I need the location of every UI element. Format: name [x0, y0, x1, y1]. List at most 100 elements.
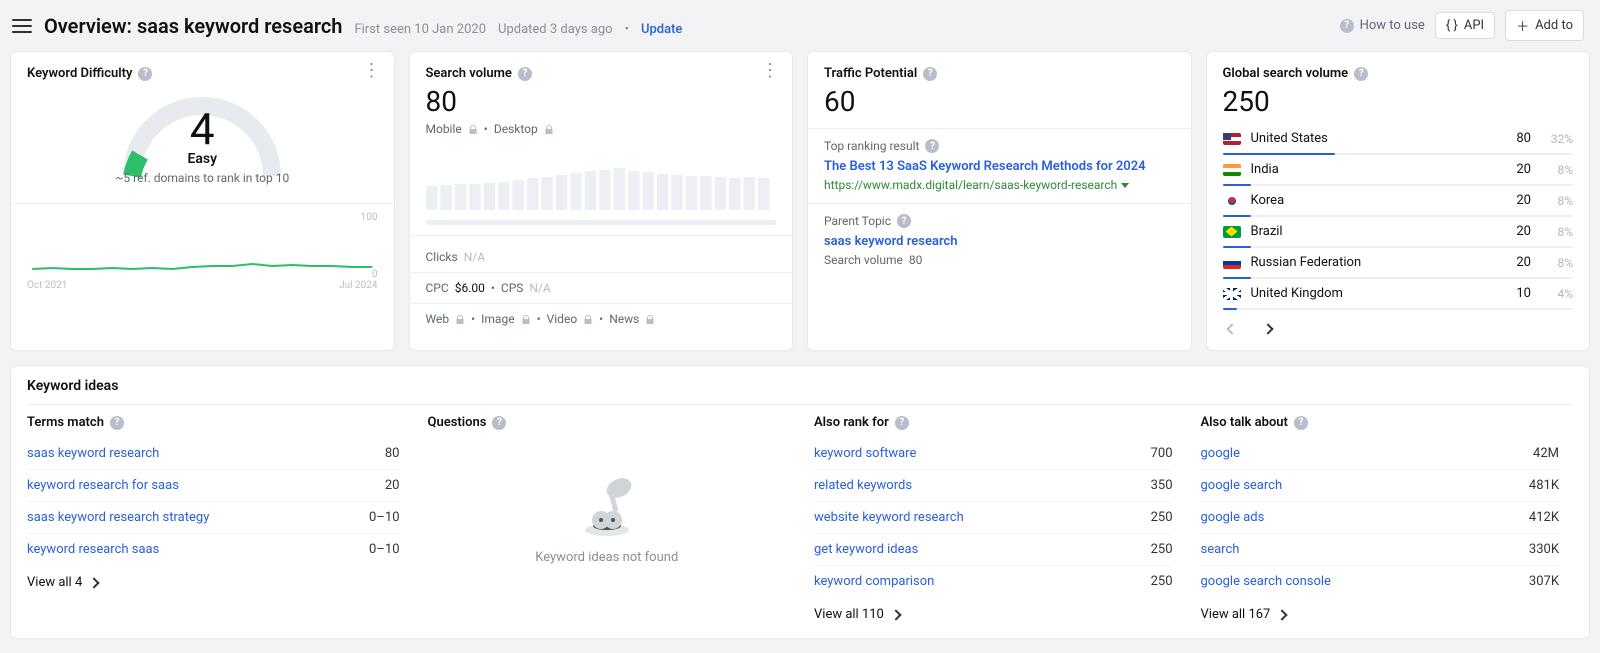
keyword-link[interactable]: keyword research for saas: [27, 478, 179, 493]
help-icon[interactable]: ?: [518, 67, 532, 81]
keyword-link[interactable]: saas keyword research strategy: [27, 510, 209, 525]
keyword-link[interactable]: get keyword ideas: [814, 542, 918, 557]
keyword-link[interactable]: related keywords: [814, 478, 912, 493]
country-row[interactable]: Russian Federation 20 8%: [1223, 248, 1574, 279]
country-name: United States: [1251, 131, 1488, 146]
keyword-link[interactable]: google: [1201, 446, 1240, 461]
pager-prev[interactable]: [1223, 320, 1241, 338]
kd-axis-bottom: 0: [372, 269, 378, 280]
keyword-volume: 700: [1151, 446, 1173, 461]
cpc-value: $6.00: [455, 281, 485, 295]
top-ranking-title[interactable]: The Best 13 SaaS Keyword Research Method…: [824, 159, 1146, 174]
title-term: saas keyword research: [137, 14, 342, 38]
keyword-ideas-section: Keyword ideas Terms match ? saas keyword…: [10, 365, 1590, 639]
cpc-label: CPC: [426, 281, 449, 295]
help-icon[interactable]: ?: [1354, 67, 1368, 81]
gv-value: 250: [1223, 85, 1574, 118]
global-volume-card: Global search volume ? 250 United States…: [1206, 51, 1591, 351]
kd-axis-right: Jul 2024: [339, 280, 377, 291]
keyword-link[interactable]: saas keyword research: [27, 446, 159, 461]
pager-next[interactable]: [1259, 320, 1277, 338]
country-row[interactable]: Korea 20 8%: [1223, 186, 1574, 217]
country-row[interactable]: Brazil 20 8%: [1223, 217, 1574, 248]
cards-row: ⋮ Keyword Difficulty ? 4 Easy ~5 ref. do…: [0, 51, 1600, 365]
help-icon[interactable]: ?: [1294, 416, 1308, 430]
api-label: API: [1464, 18, 1484, 33]
country-volume: 80: [1497, 131, 1531, 146]
help-icon[interactable]: ?: [492, 416, 506, 430]
keyword-link[interactable]: keyword software: [814, 446, 916, 461]
country-pct: 32%: [1541, 132, 1573, 146]
keyword-link[interactable]: keyword comparison: [814, 574, 934, 589]
breakdown-item: News: [609, 312, 639, 326]
api-button[interactable]: { } API: [1435, 12, 1495, 39]
flag-icon: [1223, 133, 1241, 145]
keyword-link[interactable]: google search console: [1201, 574, 1331, 589]
how-to-use-link[interactable]: ? How to use: [1340, 18, 1425, 33]
keyword-volume: 412K: [1529, 510, 1559, 525]
parent-topic-link[interactable]: saas keyword research: [824, 234, 958, 249]
top-bar: Overview: saas keyword research First se…: [0, 0, 1600, 51]
dot-sep: •: [491, 281, 495, 295]
sv-devices: Mobile • Desktop: [426, 122, 777, 136]
keyword-row: keyword research for saas 20: [27, 470, 400, 502]
country-row[interactable]: India 20 8%: [1223, 155, 1574, 186]
keyword-link[interactable]: website keyword research: [814, 510, 964, 525]
keyword-row: website keyword research 250: [814, 502, 1173, 534]
terms-view-all[interactable]: View all 4: [27, 575, 400, 590]
plus-icon: ＋: [1516, 16, 1529, 35]
kd-axis-top: 100: [361, 212, 378, 223]
country-pct: 8%: [1541, 163, 1573, 177]
meta-sep: •: [625, 22, 629, 37]
lock-icon: [468, 124, 478, 134]
keyword-volume: 350: [1151, 478, 1173, 493]
menu-icon[interactable]: [8, 12, 36, 40]
help-icon[interactable]: ?: [925, 139, 939, 153]
title-wrap: Overview: saas keyword research First se…: [36, 14, 1340, 38]
country-list: United States 80 32% India 20 8% Korea 2…: [1223, 124, 1574, 310]
country-row[interactable]: United States 80 32%: [1223, 124, 1574, 155]
keyword-volume: 0–10: [369, 510, 399, 525]
update-link[interactable]: Update: [641, 22, 682, 37]
add-to-label: Add to: [1535, 18, 1573, 33]
cpc-row: CPC $6.00 • CPS N/A: [426, 277, 777, 299]
search-volume-card: ⋮ Search volume ? 80 Mobile • Desktop: [409, 51, 794, 351]
keyword-volume: 307K: [1529, 574, 1559, 589]
kd-axis-left: Oct 2021: [27, 280, 67, 291]
also-rank-view-all[interactable]: View all 110: [814, 607, 1173, 622]
keyword-volume: 0–10: [369, 542, 399, 557]
first-seen: First seen 10 Jan 2020: [354, 22, 486, 37]
kd-sparkline-wrap: 100 0: [27, 214, 378, 278]
help-icon[interactable]: ?: [138, 67, 152, 81]
keyword-difficulty-card: ⋮ Keyword Difficulty ? 4 Easy ~5 ref. do…: [10, 51, 395, 351]
kd-axis: Oct 2021 Jul 2024: [27, 280, 378, 291]
chevron-right-icon: [1277, 609, 1288, 620]
more-icon[interactable]: ⋮: [761, 64, 780, 78]
top-ranking-url[interactable]: https://www.madx.digital/learn/saas-keyw…: [824, 178, 1129, 192]
sv-value: 80: [426, 85, 777, 118]
terms-list: saas keyword research 80 keyword researc…: [27, 438, 400, 565]
keyword-link[interactable]: google search: [1201, 478, 1283, 493]
keyword-link[interactable]: google ads: [1201, 510, 1265, 525]
more-icon[interactable]: ⋮: [363, 64, 382, 78]
help-icon[interactable]: ?: [895, 416, 909, 430]
country-name: United Kingdom: [1251, 286, 1488, 301]
add-to-button[interactable]: ＋ Add to: [1505, 10, 1584, 41]
also-talk-list: google 42M google search 481K google ads…: [1201, 438, 1560, 597]
keyword-link[interactable]: keyword research saas: [27, 542, 159, 557]
help-icon[interactable]: ?: [897, 214, 911, 228]
country-row[interactable]: United Kingdom 10 4%: [1223, 279, 1574, 310]
chevron-left-icon: [1226, 323, 1237, 334]
also-talk-view-all[interactable]: View all 167: [1201, 607, 1560, 622]
how-to-use-label: How to use: [1360, 18, 1425, 33]
keyword-volume: 42M: [1533, 446, 1559, 461]
keyword-link[interactable]: search: [1201, 542, 1240, 557]
gv-head: Global search volume ?: [1223, 66, 1574, 81]
kd-title: Keyword Difficulty: [27, 66, 132, 81]
kd-head: Keyword Difficulty ?: [27, 66, 378, 81]
terms-head: Terms match ?: [27, 415, 400, 430]
help-icon[interactable]: ?: [110, 416, 124, 430]
also-talk-col: Also talk about ? google 42M google sear…: [1187, 405, 1574, 622]
questions-empty: Keyword ideas not found: [428, 438, 787, 575]
help-icon[interactable]: ?: [923, 67, 937, 81]
